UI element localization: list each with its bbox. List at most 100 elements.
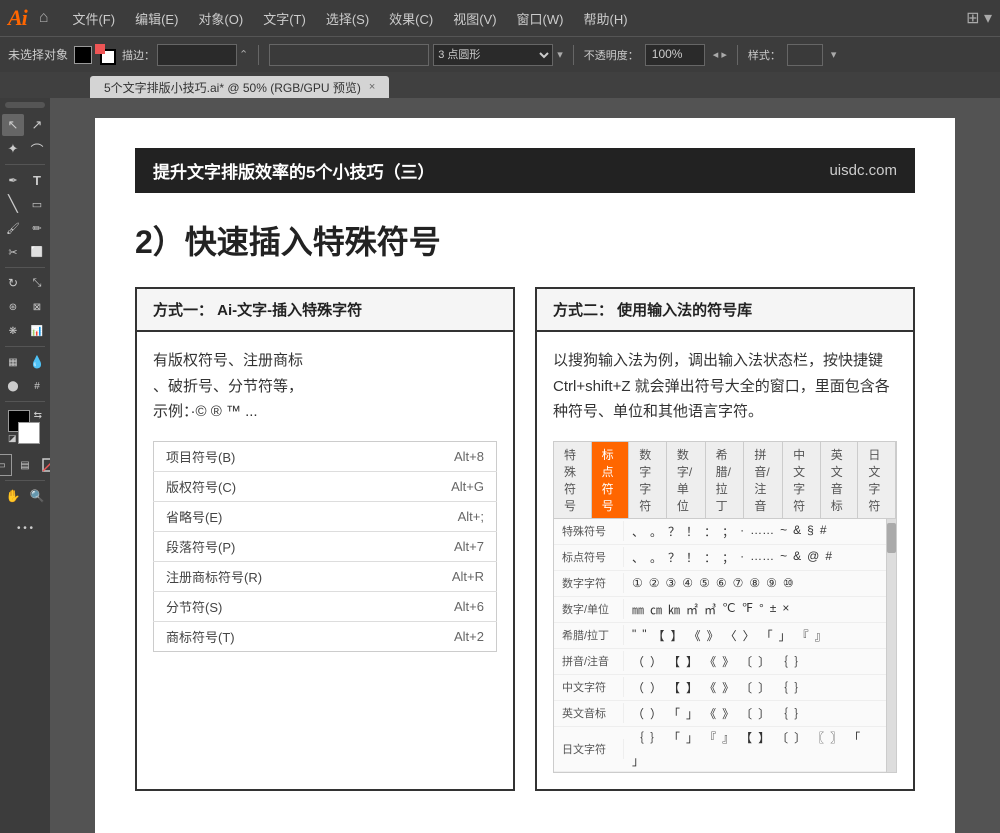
reset-colors-icon[interactable]: ◪ — [8, 433, 17, 444]
sym-char[interactable]: 『 — [704, 729, 716, 746]
sym-char[interactable]: § — [807, 523, 814, 540]
menu-text[interactable]: 文字(T) — [255, 7, 314, 30]
sym-char[interactable]: ） — [650, 679, 662, 696]
scale-tool[interactable]: ⤡ — [26, 272, 48, 294]
rotate-tool[interactable]: ↻ — [2, 272, 24, 294]
menu-view[interactable]: 视图(V) — [445, 7, 504, 30]
sym-char[interactable]: 〔 — [740, 679, 752, 696]
sym-char[interactable]: 〔 — [740, 705, 752, 722]
tab-close-button[interactable]: × — [369, 81, 375, 93]
sym-char[interactable]: 〕 — [758, 653, 770, 670]
opacity-input[interactable]: 100% — [645, 44, 705, 66]
sym-char[interactable]: 〕 — [758, 705, 770, 722]
lasso-tool[interactable]: ⌒ — [26, 138, 48, 160]
sym-char[interactable]: ⑨ — [766, 576, 777, 590]
scissors-tool[interactable]: ✂ — [2, 241, 24, 263]
table-row[interactable]: 注册商标符号(R)Alt+R — [154, 561, 497, 591]
home-icon[interactable]: ⌂ — [39, 9, 49, 27]
select-tool[interactable]: ↖ — [2, 114, 24, 136]
menu-effect[interactable]: 效果(C) — [381, 7, 441, 30]
edit-toolbar-btn[interactable]: • • • — [14, 517, 36, 539]
pen-tool[interactable]: ✒ — [2, 169, 24, 191]
chart-tool[interactable]: 📊 — [26, 320, 48, 342]
eraser-tool[interactable]: ⬜ — [26, 241, 48, 263]
sym-char[interactable]: ； — [722, 523, 734, 540]
sym-char[interactable]: ④ — [682, 576, 693, 590]
sym-char[interactable]: 。 — [650, 523, 662, 540]
sym-char[interactable]: ： — [704, 523, 716, 540]
sym-char[interactable]: 」 — [632, 752, 644, 769]
sym-char[interactable]: ㎜ — [632, 601, 644, 618]
sym-char[interactable]: 《 — [704, 705, 716, 722]
type-tool[interactable]: T — [26, 169, 48, 191]
sym-char[interactable]: ｛ — [776, 705, 788, 722]
document-tab[interactable]: 5个文字排版小技巧.ai* @ 50% (RGB/GPU 预览) × — [90, 76, 389, 98]
sym-char[interactable]: ｛ — [776, 653, 788, 670]
eyedropper-tool[interactable]: 💧 — [26, 351, 48, 373]
sym-char[interactable]: 〕 — [758, 679, 770, 696]
brush-input[interactable] — [269, 44, 429, 66]
sym-char[interactable]: ） — [650, 653, 662, 670]
sym-char[interactable]: 《 — [704, 653, 716, 670]
opacity-arrows[interactable]: ◂ ▸ — [713, 48, 727, 61]
menu-file[interactable]: 文件(F) — [64, 7, 123, 30]
sym-char[interactable]: ｝ — [650, 729, 662, 746]
sym-char[interactable]: 」 — [779, 627, 791, 644]
sym-char[interactable]: 〉 — [743, 627, 755, 644]
sym-char[interactable]: @ — [807, 549, 819, 566]
sym-char[interactable]: 『 — [797, 627, 809, 644]
sym-char[interactable]: ？ — [668, 549, 680, 566]
sym-char[interactable]: ~ — [780, 523, 787, 540]
sym-char[interactable]: ⑦ — [733, 576, 744, 590]
gradient-tool[interactable]: ▦ — [2, 351, 24, 373]
sym-char[interactable]: 】 — [758, 729, 770, 746]
fill-mode-btn[interactable]: ▭ — [0, 454, 12, 476]
table-row[interactable]: 版权符号(C)Alt+G — [154, 471, 497, 501]
sym-char[interactable]: ｝ — [794, 679, 806, 696]
sym-char[interactable]: ± — [770, 601, 777, 618]
sym-char[interactable]: 〗 — [830, 729, 842, 746]
sym-cat-日文字符[interactable]: 日文字符 — [858, 442, 896, 518]
sym-char[interactable]: ⑩ — [783, 576, 794, 590]
brush-arrow[interactable]: ▾ — [557, 48, 563, 61]
sym-char[interactable]: 「 — [761, 627, 773, 644]
sym-char[interactable]: 〖 — [812, 729, 824, 746]
sym-char[interactable]: ⑥ — [716, 576, 727, 590]
table-row[interactable]: 段落符号(P)Alt+7 — [154, 531, 497, 561]
canvas-area[interactable]: 提升文字排版效率的5个小技巧（三） uisdc.com 2）快速插入特殊符号 方… — [50, 98, 1000, 833]
table-row[interactable]: 分节符(S)Alt+6 — [154, 591, 497, 621]
sym-cat-英文音标[interactable]: 英文音标 — [821, 442, 859, 518]
background-color[interactable] — [18, 422, 40, 444]
point-select[interactable]: 3 点圆形 — [433, 44, 553, 66]
sym-char[interactable]: ｛ — [776, 679, 788, 696]
sym-char[interactable]: 【 — [668, 679, 680, 696]
sym-char[interactable]: ℉ — [742, 601, 753, 618]
sym-char[interactable]: ℃ — [722, 601, 735, 618]
line-tool[interactable]: ╲ — [2, 193, 24, 215]
paintbrush-tool[interactable]: 🖌 — [2, 217, 24, 239]
table-row[interactable]: 商标符号(T)Alt+2 — [154, 621, 497, 651]
table-row[interactable]: 项目符号(B)Alt+8 — [154, 441, 497, 471]
sym-char[interactable]: 」 — [686, 729, 698, 746]
sym-char[interactable]: 《 — [704, 679, 716, 696]
sym-char[interactable]: 、 — [632, 523, 644, 540]
mesh-tool[interactable]: # — [26, 375, 48, 397]
stroke-input[interactable] — [157, 44, 237, 66]
style-box[interactable] — [787, 44, 823, 66]
sym-char[interactable]: 【 — [653, 627, 665, 644]
sym-char[interactable]: …… — [750, 523, 774, 540]
sym-char[interactable]: " — [632, 627, 636, 644]
sym-char[interactable]: （ — [632, 653, 644, 670]
sym-char[interactable]: 「 — [668, 705, 680, 722]
sym-char[interactable]: ⑤ — [699, 576, 710, 590]
sym-char[interactable]: 〔 — [740, 653, 752, 670]
menu-object[interactable]: 对象(O) — [190, 7, 251, 30]
sym-char[interactable]: ① — [632, 576, 643, 590]
sym-char[interactable]: 「 — [668, 729, 680, 746]
sym-char[interactable]: ㎝ — [650, 601, 662, 618]
symbol-scrollbar[interactable] — [886, 519, 896, 772]
sym-char[interactable]: ！ — [686, 549, 698, 566]
sym-char[interactable]: ㎡ — [686, 601, 698, 618]
swap-colors-icon[interactable]: ⇆ — [34, 410, 42, 421]
sym-char[interactable]: · — [740, 523, 744, 540]
